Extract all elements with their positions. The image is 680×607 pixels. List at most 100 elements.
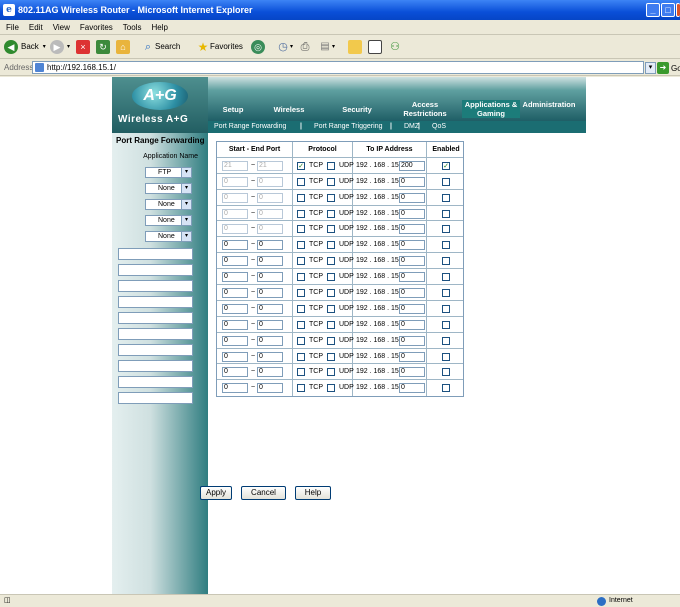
enabled-checkbox[interactable] [442, 289, 450, 298]
udp-checkbox[interactable] [327, 368, 335, 377]
address-input[interactable]: http://192.168.15.1/ [32, 61, 644, 74]
ip-last-octet-input[interactable]: 0 [399, 319, 425, 330]
end-port-input[interactable]: 0 [257, 335, 283, 346]
udp-checkbox[interactable] [327, 241, 335, 250]
address-dropdown-button[interactable]: ▾ [645, 62, 656, 74]
enabled-checkbox[interactable] [442, 193, 450, 202]
back-button[interactable]: ◀ Back ▾ [4, 39, 46, 55]
menu-item[interactable]: Tools [123, 23, 142, 32]
end-port-input[interactable]: 0 [257, 367, 283, 378]
start-port-input[interactable]: 0 [222, 240, 248, 251]
close-button[interactable] [676, 3, 680, 17]
udp-checkbox[interactable] [327, 273, 335, 282]
start-port-input[interactable]: 0 [222, 224, 248, 235]
enabled-checkbox[interactable] [442, 352, 450, 361]
tab-wireless[interactable]: Wireless [256, 100, 322, 118]
tab-setup[interactable]: Setup [216, 100, 250, 118]
enabled-checkbox[interactable] [442, 336, 450, 345]
start-port-input[interactable]: 0 [222, 303, 248, 314]
application-name-input[interactable] [118, 280, 193, 292]
enabled-checkbox[interactable] [442, 273, 450, 282]
ip-last-octet-input[interactable]: 0 [399, 224, 425, 235]
enabled-checkbox[interactable]: ✓ [442, 161, 450, 170]
start-port-input[interactable]: 0 [222, 383, 248, 394]
application-name-input[interactable] [118, 344, 193, 356]
application-select[interactable]: None ▾ [145, 231, 192, 242]
start-port-input[interactable]: 21 [222, 160, 248, 171]
application-select[interactable]: None ▾ [145, 183, 192, 194]
end-port-input[interactable]: 0 [257, 272, 283, 283]
udp-checkbox[interactable] [327, 177, 335, 186]
enabled-checkbox[interactable] [442, 209, 450, 218]
tcp-checkbox[interactable] [297, 304, 305, 313]
media-button[interactable]: ◎ [251, 39, 268, 55]
subtab-port-range-triggering[interactable]: Port Range Triggering [314, 121, 382, 133]
ip-last-octet-input[interactable]: 0 [399, 303, 425, 314]
minimize-button[interactable]: _ [646, 3, 660, 17]
start-port-input[interactable]: 0 [222, 351, 248, 362]
tcp-checkbox[interactable] [297, 257, 305, 266]
end-port-input[interactable]: 0 [257, 288, 283, 299]
tcp-checkbox[interactable] [297, 289, 305, 298]
tcp-checkbox[interactable] [297, 336, 305, 345]
end-port-input[interactable]: 21 [257, 160, 283, 171]
start-port-input[interactable]: 0 [222, 256, 248, 267]
enabled-checkbox[interactable] [442, 225, 450, 234]
udp-checkbox[interactable] [327, 209, 335, 218]
end-port-input[interactable]: 0 [257, 208, 283, 219]
ip-last-octet-input[interactable]: 0 [399, 272, 425, 283]
home-button[interactable]: ⌂ [116, 39, 130, 55]
enabled-checkbox[interactable] [442, 368, 450, 377]
end-port-input[interactable]: 0 [257, 240, 283, 251]
end-port-input[interactable]: 0 [257, 192, 283, 203]
udp-checkbox[interactable] [327, 193, 335, 202]
tcp-checkbox[interactable] [297, 368, 305, 377]
udp-checkbox[interactable] [327, 289, 335, 298]
enabled-checkbox[interactable] [442, 320, 450, 329]
application-name-input[interactable] [118, 376, 193, 388]
tcp-checkbox[interactable] [297, 352, 305, 361]
start-port-input[interactable]: 0 [222, 208, 248, 219]
enabled-checkbox[interactable] [442, 177, 450, 186]
start-port-input[interactable]: 0 [222, 272, 248, 283]
favorites-button[interactable]: ★ Favorites [196, 39, 243, 55]
udp-checkbox[interactable] [327, 384, 335, 393]
ip-last-octet-input[interactable]: 0 [399, 176, 425, 187]
end-port-input[interactable]: 0 [257, 256, 283, 267]
menu-item[interactable]: Help [151, 23, 167, 32]
application-name-input[interactable] [118, 360, 193, 372]
history-button[interactable]: ◷ ▾ [276, 39, 293, 55]
subtab-qos[interactable]: QoS [432, 121, 446, 133]
menu-item[interactable]: View [53, 23, 70, 32]
udp-checkbox[interactable] [327, 320, 335, 329]
folder-button[interactable] [348, 39, 362, 55]
ip-last-octet-input[interactable]: 0 [399, 256, 425, 267]
application-name-input[interactable] [118, 328, 193, 340]
start-port-input[interactable]: 0 [222, 192, 248, 203]
subtab-dmz[interactable]: DMZ [404, 121, 419, 133]
application-name-input[interactable] [118, 248, 193, 260]
start-port-input[interactable]: 0 [222, 176, 248, 187]
application-select[interactable]: FTP ▾ [145, 167, 192, 178]
tcp-checkbox[interactable] [297, 320, 305, 329]
menu-item[interactable]: File [6, 23, 19, 32]
start-port-input[interactable]: 0 [222, 367, 248, 378]
ip-last-octet-input[interactable]: 200 [399, 160, 425, 171]
start-port-input[interactable]: 0 [222, 335, 248, 346]
tcp-checkbox[interactable] [297, 241, 305, 250]
ip-last-octet-input[interactable]: 0 [399, 335, 425, 346]
application-name-input[interactable] [118, 312, 193, 324]
start-port-input[interactable]: 0 [222, 288, 248, 299]
forward-button[interactable]: ▶ ▾ [50, 39, 70, 55]
search-button[interactable]: ⌕ Search [141, 39, 180, 55]
end-port-input[interactable]: 0 [257, 176, 283, 187]
enabled-checkbox[interactable] [442, 241, 450, 250]
ip-last-octet-input[interactable]: 0 [399, 351, 425, 362]
tab-administration[interactable]: Administration [520, 100, 578, 118]
enabled-checkbox[interactable] [442, 384, 450, 393]
udp-checkbox[interactable] [327, 352, 335, 361]
ip-last-octet-input[interactable]: 0 [399, 240, 425, 251]
tab-status[interactable]: Status [584, 100, 622, 118]
cancel-button[interactable]: Cancel [241, 486, 286, 500]
application-name-input[interactable] [118, 392, 193, 404]
